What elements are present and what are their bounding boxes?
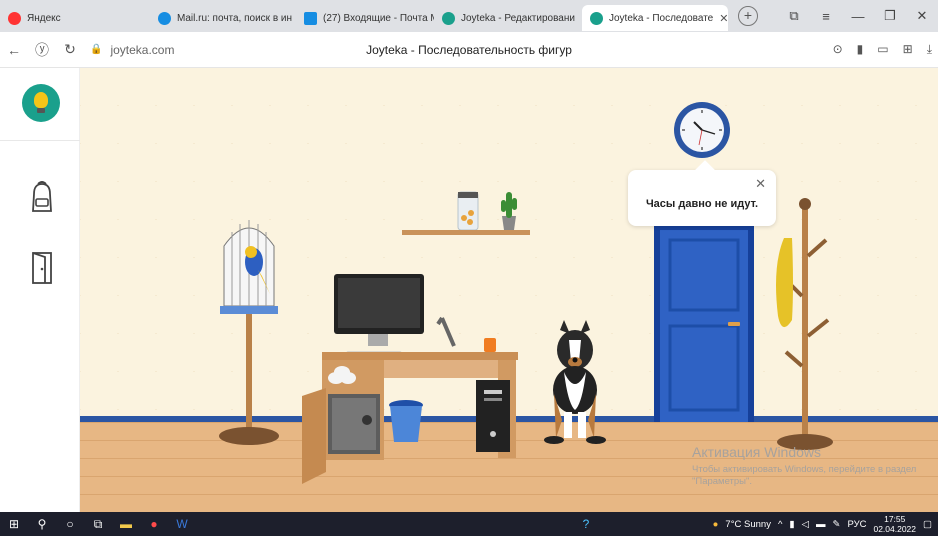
tab-label: Mail.ru: почта, поиск в ин <box>177 12 293 24</box>
start-icon[interactable]: ⊞ <box>0 517 28 531</box>
window-controls: ⧉ ≡ — ❐ ✕ <box>778 0 938 32</box>
tab-label: Яндекс <box>27 12 61 24</box>
yandex-home-icon[interactable]: ⓨ <box>28 40 56 60</box>
close-icon[interactable]: ✕ <box>755 176 766 192</box>
joyteka-icon <box>442 11 455 25</box>
task-view-icon[interactable]: ⧉ <box>84 517 112 532</box>
blue-door[interactable] <box>654 226 754 422</box>
notifications-icon[interactable]: ▢ <box>923 519 932 530</box>
watermark-subtitle: Чтобы активировать Windows, перейдите в … <box>692 464 917 487</box>
tab-joyteka-edit[interactable]: Joyteka - Редактировани <box>434 5 582 31</box>
hint-text: Часы давно не идут. <box>645 198 759 210</box>
usb-icon[interactable]: ▮ <box>789 519 794 530</box>
reload-icon[interactable]: ↻ <box>56 41 84 58</box>
pc-tower[interactable] <box>476 380 510 452</box>
close-window-button[interactable]: ✕ <box>906 8 938 24</box>
taskbar: ⊞ ⚲ ○ ⧉ ▬ ● W ? ● 7°C Sunny ^ ▮ ◁ ▬ ✎ РУ… <box>0 512 938 536</box>
sidebar-divider <box>0 140 80 141</box>
download-icon[interactable]: ⤓ <box>927 42 932 57</box>
system-tray: ● 7°C Sunny ^ ▮ ◁ ▬ ✎ РУС 17:55 02.04.20… <box>713 512 932 536</box>
battery-icon[interactable]: ▬ <box>816 519 826 530</box>
mail-icon <box>304 11 317 25</box>
close-tab-icon[interactable]: ✕ <box>719 12 728 25</box>
app-sidebar <box>0 68 80 512</box>
dog[interactable] <box>542 320 608 448</box>
battery-saver-icon[interactable]: ▭ <box>877 42 888 57</box>
tab-yandex[interactable]: Яндекс <box>0 5 150 31</box>
joyteka-logo-icon[interactable] <box>22 84 60 122</box>
clock[interactable]: 17:55 02.04.2022 <box>873 514 916 534</box>
cortana-icon[interactable]: ○ <box>56 517 84 531</box>
weather-icon: ● <box>712 518 719 530</box>
extensions-icon[interactable]: ⊞ <box>903 42 913 57</box>
mailru-icon <box>158 11 171 25</box>
search-icon[interactable]: ⚲ <box>28 517 56 531</box>
bubble-tail <box>695 160 715 180</box>
menu-icon[interactable]: ≡ <box>810 9 842 24</box>
language-indicator[interactable]: РУС <box>847 519 866 530</box>
word-icon[interactable]: W <box>168 517 196 531</box>
file-explorer-icon[interactable]: ▬ <box>112 517 140 531</box>
url-field[interactable]: 🔒 joyteka.com <box>90 43 174 57</box>
parrot-cage[interactable] <box>218 214 280 452</box>
clock-date: 02.04.2022 <box>873 524 917 534</box>
lock-icon: 🔒 <box>90 44 103 55</box>
wall-clock[interactable] <box>672 100 732 160</box>
game-scene: ✕ Часы давно не идут. Активация Windows … <box>80 68 938 512</box>
volume-icon[interactable]: ◁ <box>802 519 809 530</box>
joyteka-icon <box>590 11 603 25</box>
url-text: joyteka.com <box>110 42 175 57</box>
weather-text[interactable]: 7°C Sunny <box>725 519 771 530</box>
browser-tab-strip: Яндекс Mail.ru: почта, поиск в ин (27) В… <box>0 0 938 32</box>
desk[interactable] <box>302 264 532 488</box>
wall-shelf <box>402 191 530 235</box>
back-icon[interactable]: ← <box>0 42 28 58</box>
chevron-up-icon[interactable]: ^ <box>778 519 782 530</box>
watermark-title: Активация Windows <box>692 444 822 460</box>
pen-icon[interactable]: ✎ <box>832 519 840 530</box>
yandex-icon <box>8 11 21 25</box>
hint-bubble: ✕ Часы давно не идут. <box>628 160 776 226</box>
address-actions: ⊙ ▮ ▭ ⊞ ⤓ <box>833 42 932 57</box>
backpack-icon[interactable] <box>22 178 62 218</box>
restore-button[interactable]: ❐ <box>874 8 906 24</box>
tab-joyteka-sequence[interactable]: Joyteka - Последовате ✕ <box>582 5 728 31</box>
activation-watermark: Активация Windows Чтобы активировать Win… <box>692 444 932 488</box>
tabs-icon[interactable]: ⧉ <box>778 8 810 24</box>
new-tab-button[interactable]: + <box>738 6 758 26</box>
address-bar: ← ⓨ ↻ 🔒 joyteka.com Joyteka - Последоват… <box>0 32 938 68</box>
tab-label: Joyteka - Последовате <box>609 12 714 24</box>
protect-icon[interactable]: ⊙ <box>833 42 843 57</box>
yandex-browser-icon[interactable]: ● <box>140 517 168 531</box>
minimize-button[interactable]: — <box>842 9 874 24</box>
coat-rack[interactable] <box>770 196 840 454</box>
tab-label: (27) Входящие - Почта М <box>323 12 434 24</box>
tab-mailru[interactable]: Mail.ru: почта, поиск в ин <box>150 5 296 31</box>
exit-door-icon[interactable] <box>22 248 62 288</box>
tab-inbox[interactable]: (27) Входящие - Почта М <box>296 5 434 31</box>
help-icon[interactable]: ? <box>572 517 600 531</box>
tab-label: Joyteka - Редактировани <box>461 12 575 24</box>
clock-time: 17:55 <box>884 514 906 524</box>
trash-bin[interactable] <box>388 400 424 444</box>
bookmark-icon[interactable]: ▮ <box>857 42 864 57</box>
